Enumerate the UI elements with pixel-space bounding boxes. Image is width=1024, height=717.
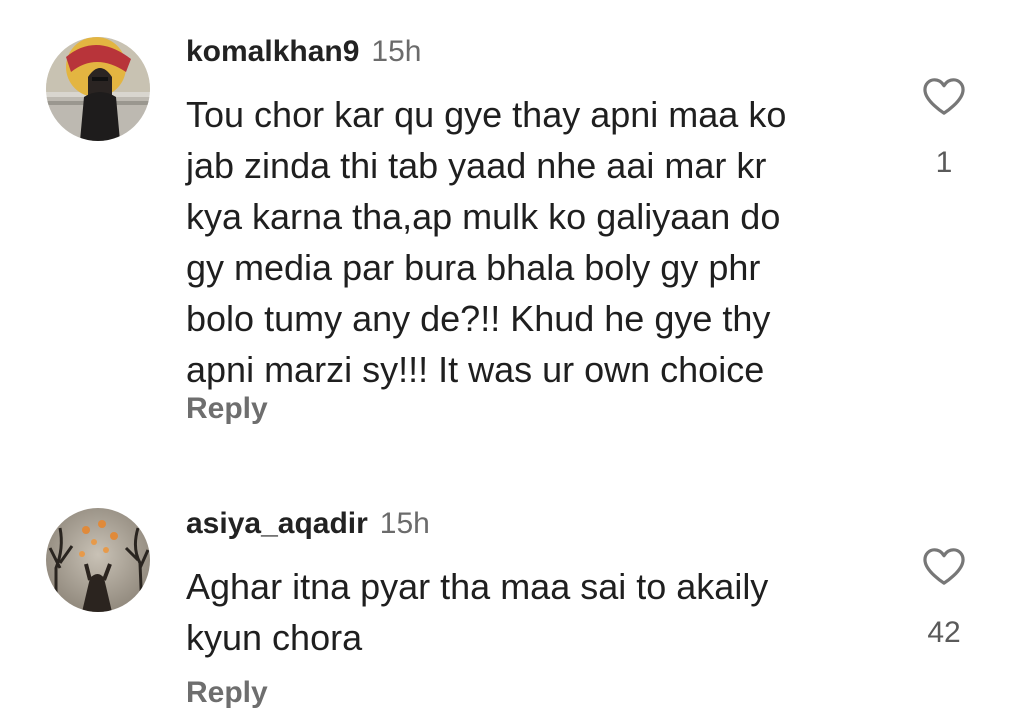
comments-list: komalkhan9 15h Tou chor kar qu gye thay a… (0, 0, 1024, 717)
comment-text-line: Tou chor kar qu gye thay apni maa ko (186, 94, 787, 135)
comment-text-line: jab zinda thi tab yaad nhe aai mar kr (186, 145, 767, 186)
like-button[interactable]: 1 (916, 76, 972, 180)
comment-text: Aghar itna pyar tha maa sai to akaily ky… (186, 561, 876, 663)
username[interactable]: asiya_aqadir (186, 507, 368, 540)
comment-text-line: kyun chora (186, 617, 363, 658)
comment-text-line: gy media par bura bhala boly gy phr (186, 247, 761, 288)
comment-header: asiya_aqadir 15h (186, 507, 430, 541)
heart-outline-icon (923, 78, 965, 115)
like-count: 1 (935, 146, 953, 179)
like-button[interactable]: 42 (916, 546, 972, 650)
comment-text-line: apni marzi sy!!! It was ur own choice (186, 349, 765, 390)
timestamp: 15h (371, 35, 422, 68)
comment-text-line: Aghar itna pyar tha maa sai to akaily (186, 566, 769, 607)
comment-text: Tou chor kar qu gye thay apni maa ko jab… (186, 89, 876, 395)
avatar[interactable] (46, 508, 150, 612)
reply-button[interactable]: Reply (186, 392, 268, 426)
comment-header: komalkhan9 15h (186, 35, 421, 69)
comment-text-line: bolo tumy any de?!! Khud he gye thy (186, 298, 771, 339)
timestamp: 15h (379, 507, 430, 540)
reply-button[interactable]: Reply (186, 676, 268, 710)
avatar[interactable] (46, 37, 150, 141)
username[interactable]: komalkhan9 (186, 35, 359, 68)
heart-outline-icon (923, 548, 965, 585)
profile-photo (46, 37, 150, 141)
comment-text-line: kya karna tha,ap mulk ko galiyaan do (186, 196, 781, 237)
profile-photo (46, 508, 150, 612)
like-count: 42 (927, 616, 961, 649)
